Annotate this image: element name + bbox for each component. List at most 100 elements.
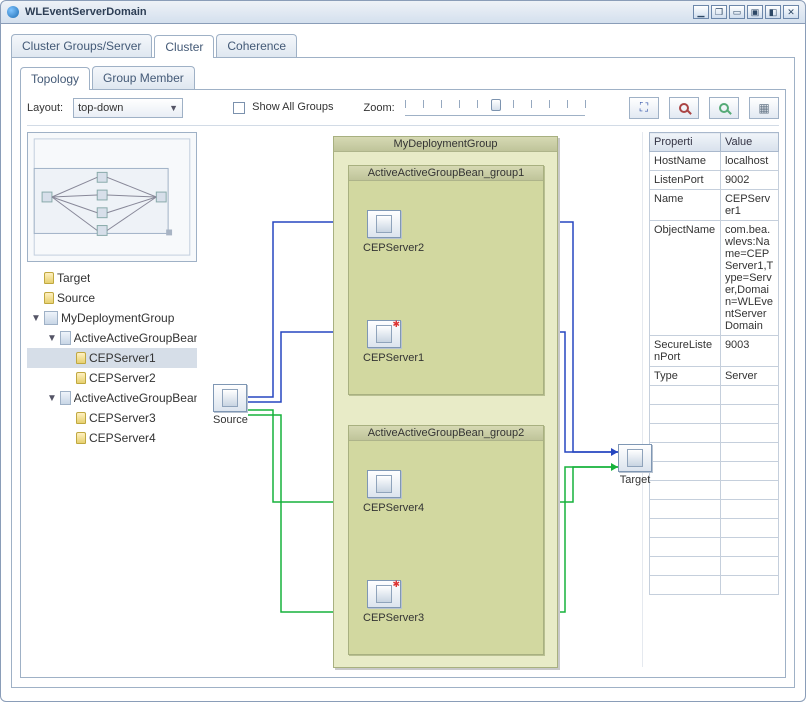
node-cepserver4-label: CEPServer4 (363, 502, 424, 514)
globe-icon (7, 6, 19, 18)
table-row[interactable]: NameCEPServer1 (650, 190, 779, 221)
tree-item-label: CEPServer2 (89, 371, 156, 385)
node-cepserver1[interactable] (367, 320, 401, 348)
node-target[interactable]: Target (618, 444, 652, 486)
node-source-icon (213, 384, 247, 412)
tree: TargetSource▼MyDeploymentGroup▼ActiveAct… (27, 268, 197, 667)
table-row (650, 576, 779, 595)
window-title: WLEventServerDomain (25, 6, 147, 18)
restore2-button[interactable]: ▭ (729, 5, 745, 19)
inner-tabs: Topology Group Member (20, 66, 786, 89)
table-row[interactable]: TypeServer (650, 367, 779, 386)
node-source[interactable]: Source (213, 384, 248, 426)
database-icon (76, 352, 86, 364)
chevron-down-icon: ▼ (169, 103, 178, 113)
fit-content-button[interactable]: ⛶ (629, 97, 659, 119)
tab-group-member[interactable]: Group Member (92, 66, 195, 89)
property-key: SecureListenPort (650, 336, 721, 367)
tree-expander-icon[interactable]: ▼ (47, 393, 57, 404)
property-value: CEPServer1 (720, 190, 778, 221)
tree-item-cepserver2[interactable]: CEPServer2 (27, 368, 197, 388)
tree-item-activeactivegroupbean_group2[interactable]: ▼ ActiveActiveGroupBean_group2 (27, 388, 197, 408)
group-icon (60, 391, 71, 405)
tree-item-label: Source (57, 291, 95, 305)
tree-item-source[interactable]: Source (27, 288, 197, 308)
tree-item-cepserver1[interactable]: CEPServer1 (27, 348, 197, 368)
tree-item-mydeploymentgroup[interactable]: ▼MyDeploymentGroup (27, 308, 197, 328)
tree-item-target[interactable]: Target (27, 268, 197, 288)
minimap[interactable] (27, 132, 197, 262)
topology-toolbar: Layout: top-down ▼ Show All Groups Zoom: (27, 96, 779, 126)
tree-item-activeactivegroupbean_group1[interactable]: ▼ ActiveActiveGroupBean_group1 (27, 328, 197, 348)
diagram-canvas[interactable]: MyDeploymentGroup ActiveActiveGroupBean_… (203, 132, 643, 667)
node-cepserver3-label: CEPServer3 (363, 612, 424, 624)
layout-combo-value: top-down (78, 102, 123, 114)
database-icon (76, 372, 86, 384)
dock-button[interactable]: ◧ (765, 5, 781, 19)
zoom-out-button[interactable] (669, 97, 699, 119)
table-row[interactable]: SecureListenPort9003 (650, 336, 779, 367)
node-cepserver4[interactable] (367, 470, 401, 498)
property-value: 9003 (720, 336, 778, 367)
tree-item-label: Target (57, 271, 90, 285)
group-activeactive-2[interactable]: ActiveActiveGroupBean_group2 CEPServer4 … (348, 425, 544, 655)
table-row (650, 424, 779, 443)
zoom-in-button[interactable] (709, 97, 739, 119)
properties-panel: Properti Value HostNamelocalhostListenPo… (649, 132, 779, 667)
table-row[interactable]: ListenPort9002 (650, 171, 779, 190)
window-titlebar: WLEventServerDomain ▁ ❐ ▭ ▣ ◧ ✕ (0, 0, 806, 24)
table-row[interactable]: ObjectNamecom.bea.wlevs:Name=CEPServer1,… (650, 221, 779, 336)
layout-label: Layout: (27, 102, 63, 114)
node-cepserver2[interactable] (367, 210, 401, 238)
tree-expander-icon[interactable]: ▼ (47, 333, 57, 344)
layout-combo[interactable]: top-down ▼ (73, 98, 183, 118)
properties-header-key[interactable]: Properti (650, 133, 721, 152)
inner-tab-content: Layout: top-down ▼ Show All Groups Zoom: (20, 89, 786, 678)
zoom-thumb[interactable] (491, 99, 501, 111)
node-cepserver3[interactable] (367, 580, 401, 608)
group-activeactive-1-title: ActiveActiveGroupBean_group1 (349, 166, 543, 181)
grid-icon: ▦ (758, 101, 769, 115)
tab-coherence[interactable]: Coherence (216, 34, 297, 57)
properties-header-value[interactable]: Value (720, 133, 778, 152)
tree-item-label: CEPServer1 (89, 351, 156, 365)
property-value: localhost (720, 152, 778, 171)
minimize-button[interactable]: ▁ (693, 5, 709, 19)
tree-item-label: ActiveActiveGroupBean_group2 (74, 391, 197, 405)
table-row (650, 481, 779, 500)
tree-item-cepserver4[interactable]: CEPServer4 (27, 428, 197, 448)
zoom-slider[interactable] (405, 100, 585, 116)
window-body: Cluster Groups/Server Cluster Coherence … (0, 24, 806, 702)
show-all-groups-control[interactable]: Show All Groups (233, 101, 333, 113)
grid-toggle-button[interactable]: ▦ (749, 97, 779, 119)
group-mydeployment-title: MyDeploymentGroup (334, 137, 557, 152)
tab-cluster[interactable]: Cluster (154, 35, 214, 58)
group-mydeploymentgroup[interactable]: MyDeploymentGroup ActiveActiveGroupBean_… (333, 136, 558, 668)
restore-button[interactable]: ❐ (711, 5, 727, 19)
tree-item-label: ActiveActiveGroupBean_group1 (74, 331, 197, 345)
fit-content-icon: ⛶ (640, 100, 648, 115)
tree-item-label: CEPServer4 (89, 431, 156, 445)
zoom-label: Zoom: (363, 102, 394, 114)
close-button[interactable]: ✕ (783, 5, 799, 19)
table-row[interactable]: HostNamelocalhost (650, 152, 779, 171)
tree-expander-icon[interactable]: ▼ (31, 313, 41, 324)
group-activeactive-1[interactable]: ActiveActiveGroupBean_group1 CEPServer2 … (348, 165, 544, 395)
node-cepserver1-label: CEPServer1 (363, 352, 424, 364)
properties-table: Properti Value HostNamelocalhostListenPo… (649, 132, 779, 595)
table-row (650, 443, 779, 462)
node-source-label: Source (213, 414, 248, 426)
tab-cluster-groups-server[interactable]: Cluster Groups/Server (11, 34, 152, 57)
tab-topology[interactable]: Topology (20, 67, 90, 90)
group-activeactive-2-title: ActiveActiveGroupBean_group2 (349, 426, 543, 441)
group-icon (44, 311, 58, 325)
node-target-icon (618, 444, 652, 472)
show-all-groups-checkbox[interactable] (233, 102, 245, 114)
database-icon (76, 432, 86, 444)
tree-item-cepserver3[interactable]: CEPServer3 (27, 408, 197, 428)
property-value: 9002 (720, 171, 778, 190)
tree-item-label: CEPServer3 (89, 411, 156, 425)
database-icon (44, 292, 54, 304)
diagram-canvas-wrap: MyDeploymentGroup ActiveActiveGroupBean_… (203, 132, 643, 667)
maximize-button[interactable]: ▣ (747, 5, 763, 19)
